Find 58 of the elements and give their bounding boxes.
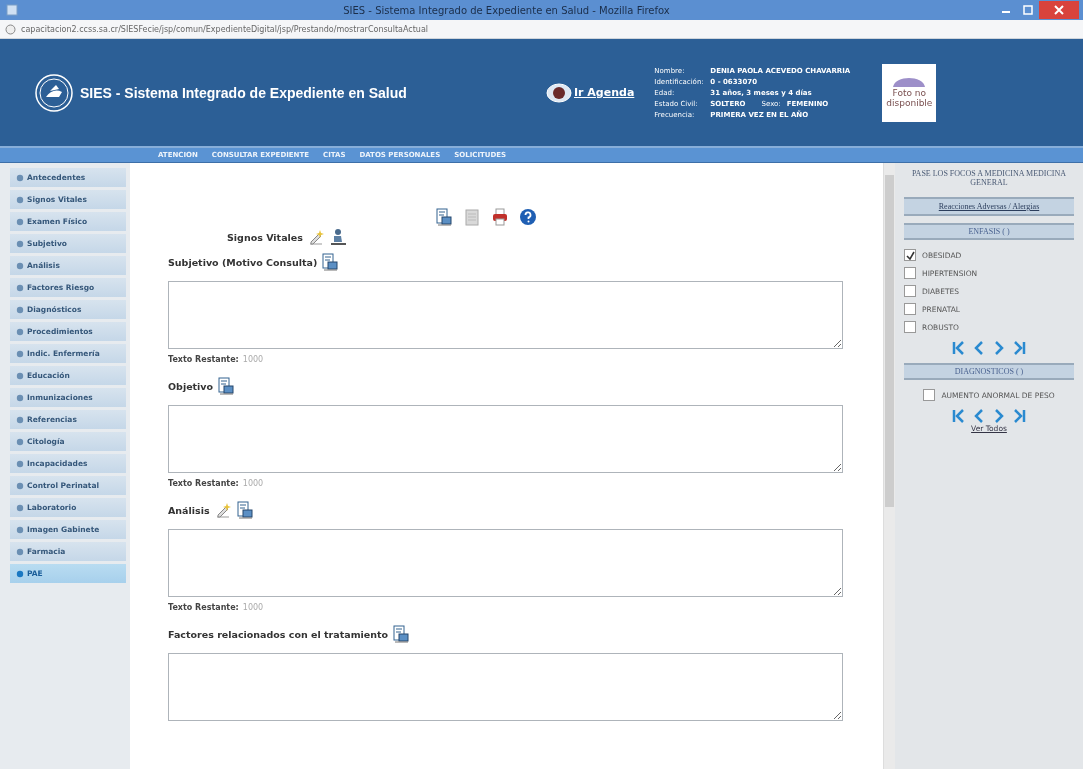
seal-logo-icon [34,72,74,113]
window-title: SIES - Sistema Integrado de Expediente en Salud - Mozilla Firefox [342,4,671,16]
last-page-icon[interactable] [1012,408,1026,424]
checkbox[interactable] [904,303,916,315]
agenda-link[interactable]: Ir Agenda [546,82,635,103]
clipboard-icon[interactable] [321,253,340,271]
text-area[interactable] [168,405,843,473]
first-page-icon[interactable] [952,408,966,424]
scroll-thumb[interactable] [885,175,894,507]
allergies-link[interactable]: Reacciones Adversas / Alergias [904,197,1074,216]
app-title: SIES - Sistema Integrado de Expediente en Salud [80,84,408,101]
remaining-count: 1000 [242,603,264,612]
text-area[interactable] [168,281,843,349]
group-header: DIAGNOSTICOS ( ) [904,363,1074,380]
address-bar[interactable]: capacitacion2.ccss.sa.cr/SIESFecie/jsp/comun/ExpedienteDigital/jsp/Prestando/mostrarConsultaActual [0,20,1083,39]
globe-icon [5,23,16,35]
text-area[interactable] [168,653,843,721]
remaining-label: Texto Restante: [168,479,239,488]
printer-icon[interactable] [490,208,509,226]
checkbox[interactable] [904,321,916,333]
remaining-count: 1000 [242,355,264,364]
scrollbar[interactable] [883,163,895,769]
last-page-icon[interactable] [1012,340,1026,356]
text-area[interactable] [168,529,843,597]
section-title: Factores relacionados con el tratamiento [168,628,389,640]
remaining-label: Texto Restante: [168,603,239,612]
next-page-icon[interactable] [992,340,1006,356]
clipboard-icon[interactable] [392,625,411,643]
document-icon[interactable] [462,208,481,226]
help-icon[interactable] [518,208,537,226]
checkbox[interactable] [904,285,916,297]
person-icon[interactable] [328,228,347,246]
clipboard-icon[interactable] [434,208,453,226]
photo-caption: Foto no disponible [886,88,933,109]
checkbox[interactable] [904,249,916,261]
close-icon[interactable] [1054,5,1064,15]
section-title: Análisis [168,504,210,516]
first-page-icon[interactable] [952,340,966,356]
remaining-count: 1000 [242,479,264,488]
checkbox[interactable] [923,389,936,401]
previous-page-icon[interactable] [972,408,986,424]
url-text: capacitacion2.ccss.sa.cr/SIESFecie/jsp/comun/ExpedienteDigital/jsp/Prestando/mostrarConsultaActual [21,24,428,34]
checkbox[interactable] [904,267,916,279]
clipboard-icon[interactable] [217,377,236,395]
browser-icon [6,4,18,16]
section-title: Signos Vitales [227,231,303,243]
previous-page-icon[interactable] [972,340,986,356]
next-page-icon[interactable] [992,408,1006,424]
clipboard-icon[interactable] [235,501,254,519]
panel-heading: PASE LOS FOCOS A MEDICINA MEDICINA GENERAL [910,169,1068,187]
section-title: Objetivo [168,380,214,392]
group-header: ENFASIS ( ) [904,223,1074,240]
check-icon [905,250,915,260]
section-title: Subjetivo (Motivo Consulta) [168,256,318,268]
remaining-label: Texto Restante: [168,355,239,364]
close-button[interactable] [1039,1,1079,19]
agenda-icon [546,82,572,103]
person-silhouette-icon [892,76,927,87]
